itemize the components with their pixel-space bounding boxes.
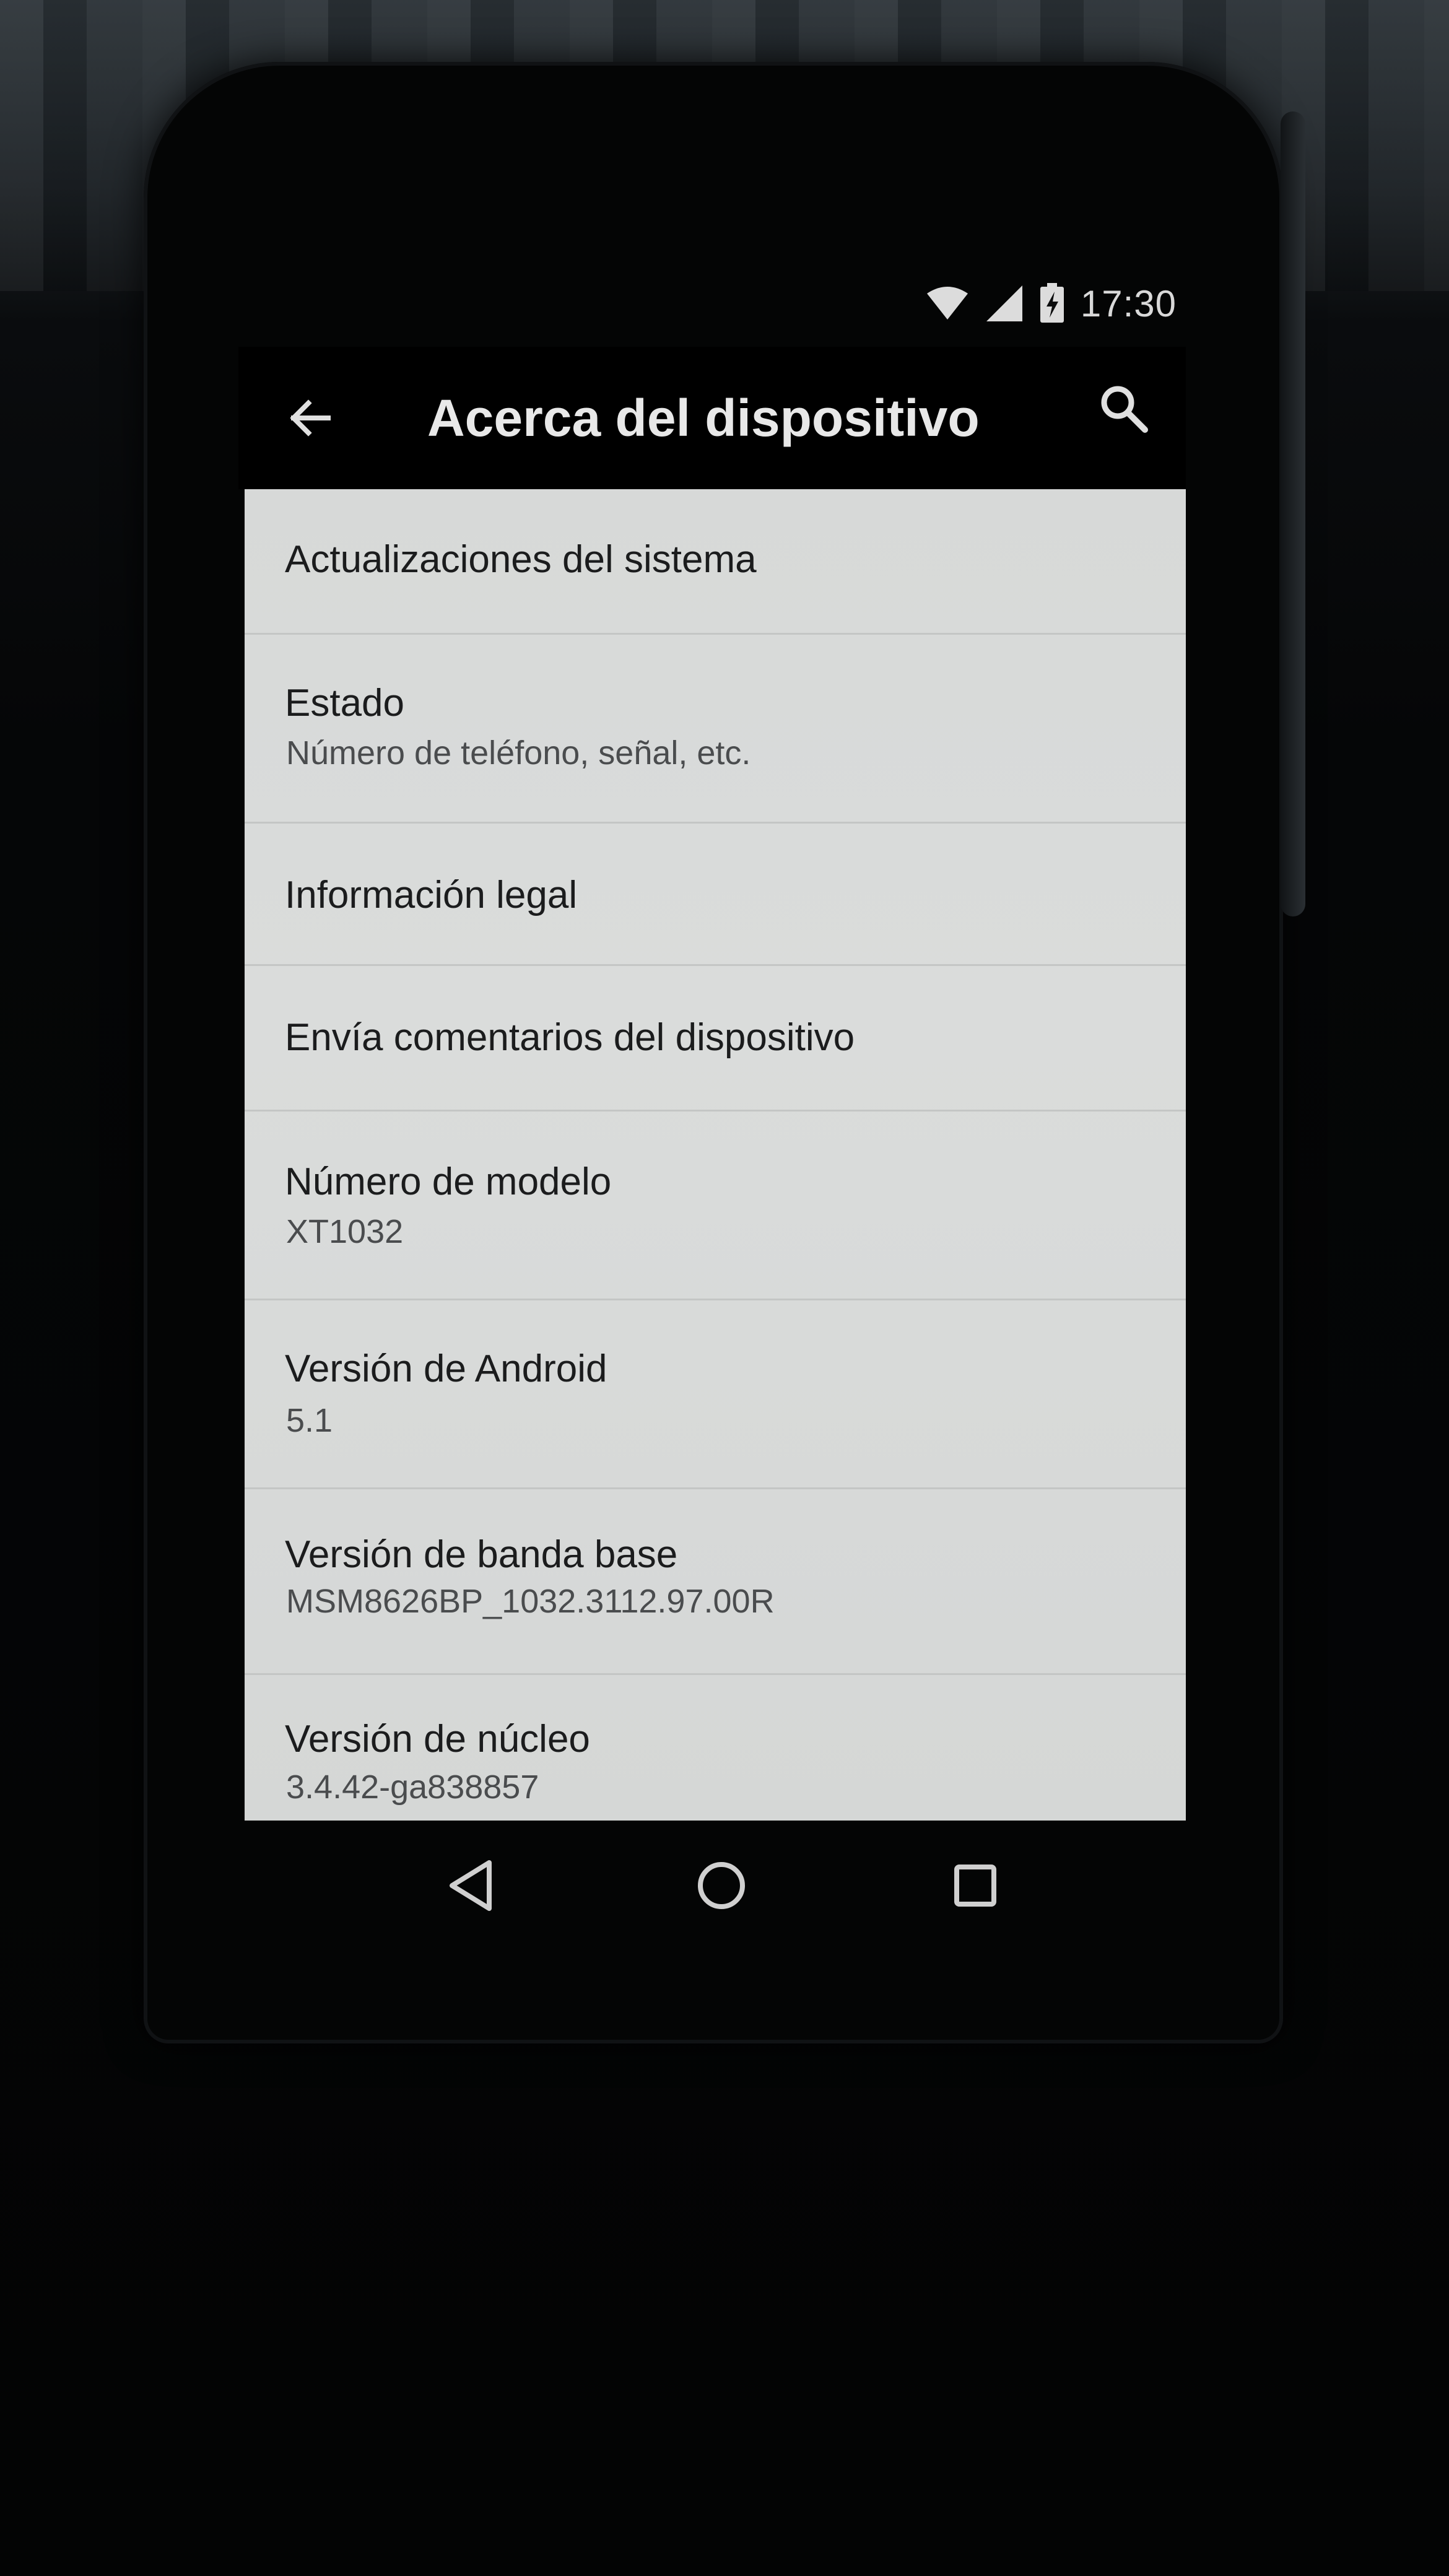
phone-side-edge [1281,111,1305,916]
list-item-status[interactable]: Estado Número de teléfono, señal, etc. [245,635,1186,824]
status-clock: 17:30 [1080,282,1177,324]
back-button[interactable] [276,384,344,452]
battery-charging-icon [1040,283,1064,324]
list-item-baseband-version[interactable]: Versión de banda base MSM8626BP_1032.311… [245,1489,1186,1675]
item-subtitle: Número de teléfono, señal, etc. [286,734,751,772]
item-title: Número de modelo [285,1160,612,1203]
item-title: Información legal [285,874,578,916]
item-title: Versión de núcleo [285,1718,590,1760]
list-item-legal-info[interactable]: Información legal [245,824,1186,966]
search-icon [1101,386,1148,433]
list-item-send-feedback[interactable]: Envía comentarios del dispositivo [245,966,1186,1112]
cell-signal-icon [985,284,1024,323]
nav-back-icon [450,1860,492,1911]
item-subtitle: XT1032 [286,1213,404,1250]
nav-home-icon [698,1862,745,1909]
page-title: Acerca del dispositivo [427,389,980,447]
item-subtitle: MSM8626BP_1032.3112.97.00R [286,1583,775,1620]
nav-recents-icon [954,1865,996,1907]
app-bar: Acerca del dispositivo [238,347,1186,489]
navigation-bar [245,1821,1186,1944]
item-subtitle: 5.1 [286,1402,333,1439]
item-title: Estado [285,682,405,724]
nav-home-button[interactable] [681,1845,762,1926]
wifi-icon [926,285,969,322]
status-bar: 17:30 [235,272,1177,334]
settings-list: Actualizaciones del sistema Estado Númer… [245,489,1186,1821]
nav-recents-button[interactable] [935,1845,1016,1926]
list-item-model-number[interactable]: Número de modelo XT1032 [245,1112,1186,1300]
arrow-back-icon [290,399,331,437]
list-item-kernel-version[interactable]: Versión de núcleo 3.4.42-ga838857 [245,1675,1186,1821]
item-subtitle: 3.4.42-ga838857 [286,1769,539,1806]
item-title: Versión de banda base [285,1533,678,1576]
list-item-system-updates[interactable]: Actualizaciones del sistema [245,489,1186,635]
search-button[interactable] [1090,375,1158,443]
item-title: Envía comentarios del dispositivo [285,1016,855,1059]
item-title: Actualizaciones del sistema [285,538,757,581]
list-item-android-version[interactable]: Versión de Android 5.1 [245,1300,1186,1489]
status-icons: 17:30 [926,272,1177,334]
item-title: Versión de Android [285,1347,607,1390]
nav-back-button[interactable] [430,1845,511,1926]
